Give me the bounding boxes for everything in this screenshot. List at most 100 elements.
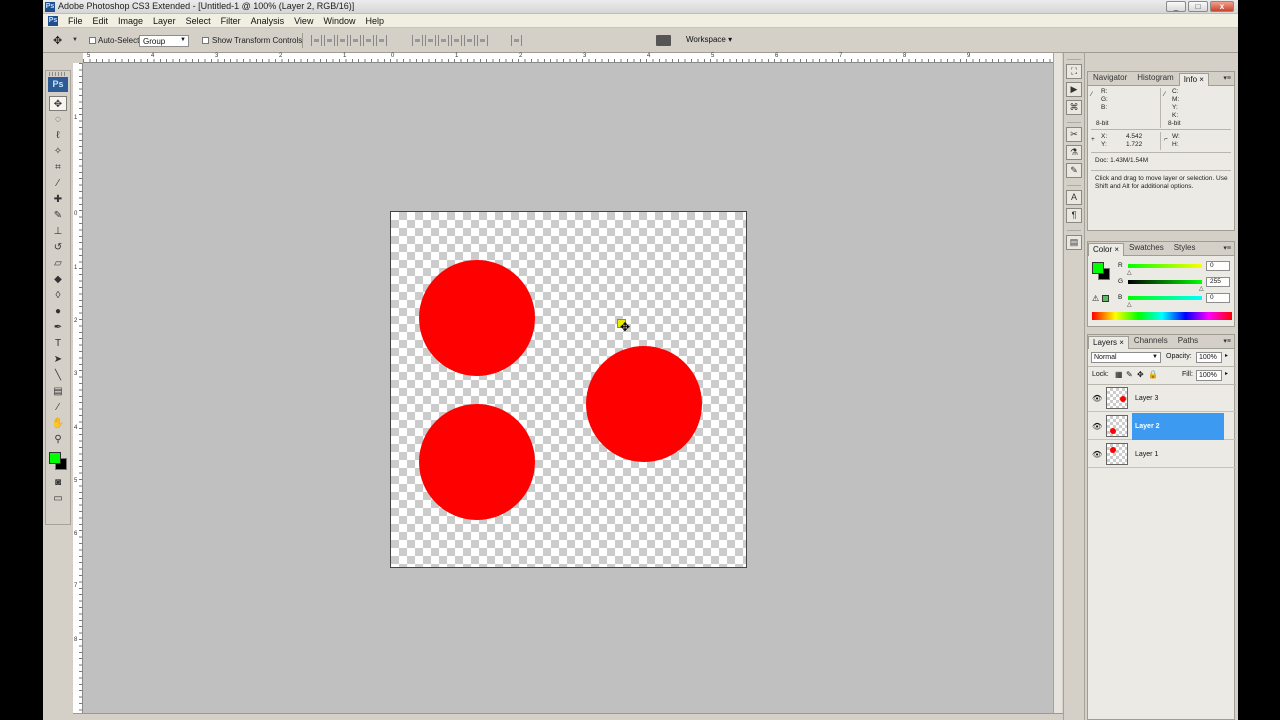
history-icon[interactable]: ⌘: [1066, 100, 1082, 115]
align-right-icon[interactable]: [376, 35, 387, 46]
bridge-icon[interactable]: [656, 35, 671, 46]
zoom-tool-icon[interactable]: ⚲: [49, 432, 67, 447]
tab-layers[interactable]: Layers ×: [1088, 336, 1129, 349]
auto-select-dropdown[interactable]: Group ▼: [139, 35, 189, 47]
character-icon[interactable]: A: [1066, 190, 1082, 205]
horizontal-ruler[interactable]: 5 4 3 2 1 0 1 2 3 4 5 6 7 8 9: [83, 53, 1053, 63]
actions-icon[interactable]: ▶: [1066, 82, 1082, 97]
hand-tool-icon[interactable]: ✋: [49, 416, 67, 431]
move-tool-preset-icon[interactable]: ✥: [53, 34, 62, 47]
tool-presets-icon[interactable]: ⛶: [1066, 64, 1082, 79]
document-canvas[interactable]: [390, 211, 747, 568]
tab-histogram[interactable]: Histogram: [1132, 71, 1178, 85]
opacity-field[interactable]: 100%: [1196, 352, 1222, 363]
menu-file[interactable]: File: [63, 16, 88, 26]
tab-styles[interactable]: Styles: [1169, 241, 1201, 255]
eye-icon[interactable]: 👁: [1092, 394, 1102, 403]
magic-wand-tool-icon[interactable]: ✧: [49, 144, 67, 159]
vertical-scrollbar[interactable]: [1053, 53, 1062, 713]
notes-tool-icon[interactable]: ▤: [49, 384, 67, 399]
quick-mask-icon[interactable]: ◙: [49, 475, 67, 490]
menu-select[interactable]: Select: [181, 16, 216, 26]
panel-menu-icon[interactable]: ▾≡: [1223, 244, 1231, 252]
brushes-icon[interactable]: ✂: [1066, 127, 1082, 142]
toolbox-grip[interactable]: [49, 72, 67, 76]
menu-analysis[interactable]: Analysis: [246, 16, 290, 26]
tab-paths[interactable]: Paths: [1173, 334, 1203, 348]
b-slider[interactable]: B △ 0: [1092, 292, 1232, 308]
lasso-tool-icon[interactable]: ℓ: [49, 128, 67, 143]
lock-position-icon[interactable]: ✥: [1137, 370, 1144, 379]
paragraph-icon[interactable]: ¶: [1066, 208, 1082, 223]
tab-color[interactable]: Color ×: [1088, 243, 1125, 256]
transform-controls-checkbox[interactable]: [202, 37, 209, 44]
chevron-right-icon[interactable]: ▸: [1225, 352, 1228, 359]
crop-tool-icon[interactable]: ⌗: [49, 160, 67, 175]
auto-align-icon[interactable]: [511, 35, 522, 46]
eraser-tool-icon[interactable]: ▱: [49, 256, 67, 271]
r-value-field[interactable]: 0: [1206, 261, 1230, 271]
path-selection-tool-icon[interactable]: ➤: [49, 352, 67, 367]
menu-image[interactable]: Image: [113, 16, 148, 26]
clone-source-icon[interactable]: ⚗: [1066, 145, 1082, 160]
slice-tool-icon[interactable]: ⁄: [49, 176, 67, 191]
distribute-hcenter-icon[interactable]: [464, 35, 475, 46]
ps-menu-icon[interactable]: Ps: [48, 15, 58, 26]
eye-icon[interactable]: 👁: [1092, 422, 1102, 431]
layer-comps-icon[interactable]: ✎: [1066, 163, 1082, 178]
layer-row-layer-2[interactable]: 👁 Layer 2: [1088, 413, 1236, 440]
r-slider[interactable]: R △ 0: [1092, 260, 1232, 276]
menu-filter[interactable]: Filter: [216, 16, 246, 26]
layer-name[interactable]: Layer 1: [1132, 441, 1224, 468]
color-spectrum-bar[interactable]: [1092, 312, 1232, 320]
type-tool-icon[interactable]: T: [49, 336, 67, 351]
g-value-field[interactable]: 255: [1206, 277, 1230, 287]
layer-row-layer-3[interactable]: 👁 Layer 3: [1088, 385, 1236, 412]
align-top-icon[interactable]: [311, 35, 322, 46]
chevron-down-icon[interactable]: ▼: [72, 37, 78, 43]
clone-stamp-tool-icon[interactable]: ⊥: [49, 224, 67, 239]
layer-name[interactable]: Layer 3: [1132, 385, 1224, 412]
auto-select-checkbox[interactable]: [89, 37, 96, 44]
dodge-tool-icon[interactable]: ●: [49, 304, 67, 319]
distribute-vcenter-icon[interactable]: [425, 35, 436, 46]
layer-row-layer-1[interactable]: 👁 Layer 1: [1088, 441, 1236, 468]
lock-all-icon[interactable]: 🔒: [1148, 370, 1158, 379]
menu-edit[interactable]: Edit: [88, 16, 114, 26]
foreground-color-swatch[interactable]: [1092, 262, 1104, 274]
lock-image-icon[interactable]: ✎: [1126, 370, 1133, 379]
panel-menu-icon[interactable]: ▾≡: [1223, 74, 1231, 82]
workspace-button[interactable]: Workspace ▾: [686, 35, 732, 44]
ps-logo[interactable]: Ps: [48, 77, 68, 92]
b-track[interactable]: [1128, 296, 1202, 300]
line-tool-icon[interactable]: ╲: [49, 368, 67, 383]
screen-mode-icon[interactable]: ▭: [49, 491, 67, 506]
b-value-field[interactable]: 0: [1206, 293, 1230, 303]
slider-thumb-icon[interactable]: △: [1127, 269, 1132, 276]
red-circle-layer-3[interactable]: [586, 346, 702, 462]
eye-icon[interactable]: 👁: [1092, 450, 1102, 459]
r-track[interactable]: [1128, 264, 1202, 268]
blur-tool-icon[interactable]: ◊: [49, 288, 67, 303]
marquee-tool-icon[interactable]: ◌: [49, 112, 67, 127]
menu-view[interactable]: View: [289, 16, 318, 26]
red-circle-layer-2[interactable]: [419, 404, 535, 520]
healing-brush-tool-icon[interactable]: ✚: [49, 192, 67, 207]
distribute-top-icon[interactable]: [412, 35, 423, 46]
close-button[interactable]: x: [1210, 1, 1234, 12]
tab-navigator[interactable]: Navigator: [1088, 71, 1132, 85]
pen-tool-icon[interactable]: ✒: [49, 320, 67, 335]
align-hcenter-icon[interactable]: [363, 35, 374, 46]
lock-transparent-icon[interactable]: ▦: [1115, 370, 1123, 379]
tab-swatches[interactable]: Swatches: [1124, 241, 1169, 255]
dock-grip[interactable]: [1067, 55, 1081, 60]
distribute-bottom-icon[interactable]: [438, 35, 449, 46]
foreground-color-swatch[interactable]: [49, 452, 61, 464]
maximize-button[interactable]: □: [1188, 1, 1208, 12]
align-vcenter-icon[interactable]: [324, 35, 335, 46]
tab-info[interactable]: Info ×: [1178, 73, 1209, 86]
red-circle-layer-1[interactable]: [419, 260, 535, 376]
align-bottom-icon[interactable]: [337, 35, 348, 46]
distribute-left-icon[interactable]: [451, 35, 462, 46]
align-left-icon[interactable]: [350, 35, 361, 46]
